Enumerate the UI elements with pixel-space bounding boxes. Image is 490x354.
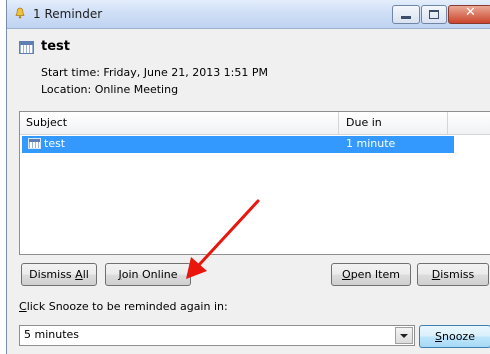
maximize-button[interactable]: [421, 5, 447, 24]
open-item-button[interactable]: Open Item: [331, 263, 411, 286]
column-divider: [447, 112, 448, 134]
calendar-icon: [19, 41, 34, 54]
list-item[interactable]: test 1 minute: [22, 136, 454, 153]
snooze-duration-select[interactable]: 5 minutes: [19, 325, 415, 346]
button-mnemonic: S: [435, 330, 442, 343]
reminder-list[interactable]: Subject Due in test 1 minute: [19, 111, 490, 255]
list-item-due-in: 1 minute: [346, 137, 396, 150]
button-mnemonic: O: [342, 268, 351, 281]
button-label: oin Online: [121, 268, 178, 281]
button-mnemonic: D: [431, 268, 441, 281]
button-label: ismiss: [440, 268, 475, 281]
button-label: nooze: [442, 330, 475, 343]
title-bar: 1 Reminder ✕: [7, 0, 490, 29]
reminder-bell-icon: [15, 7, 25, 19]
button-label: ll: [82, 268, 89, 281]
close-icon: ✕: [465, 5, 476, 20]
snooze-duration-value: 5 minutes: [24, 328, 80, 341]
reminder-window: 1 Reminder ✕ test Start time: Friday, Ju…: [6, 0, 490, 354]
location: Location: Online Meeting: [41, 83, 179, 96]
button-label: Dismiss: [29, 268, 76, 281]
snooze-instruction: Click Snooze to be reminded again in:: [19, 300, 228, 313]
calendar-icon: [28, 138, 41, 149]
reminder-item-title: test: [41, 39, 70, 54]
dismiss-button[interactable]: Dismiss: [417, 263, 489, 286]
button-mnemonic: A: [75, 268, 83, 281]
snooze-button[interactable]: Snooze: [419, 325, 490, 348]
minimize-button[interactable]: [392, 5, 420, 24]
column-divider: [338, 112, 339, 134]
label-text: lick Snooze to be reminded again in:: [26, 300, 228, 313]
column-header-due-in[interactable]: Due in: [346, 116, 382, 129]
close-button[interactable]: ✕: [448, 5, 490, 24]
label-mnemonic: C: [19, 300, 27, 313]
list-item-subject: test: [44, 137, 66, 150]
join-online-button[interactable]: Join Online: [105, 263, 191, 286]
window-title: 1 Reminder: [33, 7, 103, 21]
chevron-down-icon[interactable]: [395, 327, 413, 344]
list-header: Subject Due in: [20, 112, 490, 135]
button-label: pen Item: [350, 268, 400, 281]
start-time: Start time: Friday, June 21, 2013 1:51 P…: [41, 66, 269, 79]
column-header-subject[interactable]: Subject: [26, 116, 67, 129]
dismiss-all-button[interactable]: Dismiss All: [21, 263, 97, 286]
